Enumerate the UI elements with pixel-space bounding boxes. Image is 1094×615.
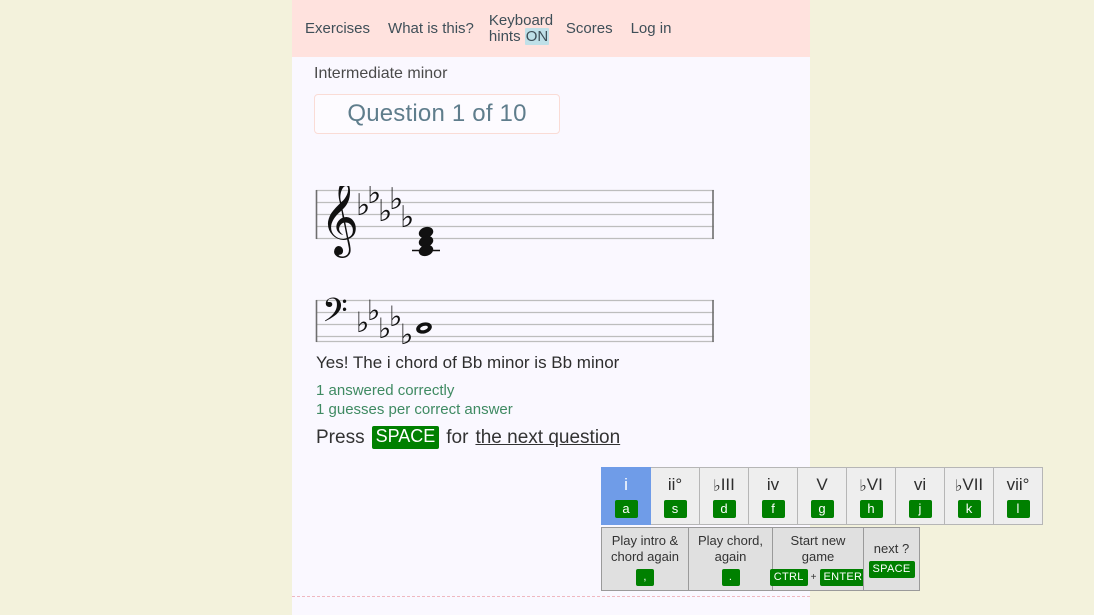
top-navbar: Exercises What is this? Keyboard hints O… bbox=[292, 0, 810, 57]
play-chord-label: Play chord, again bbox=[697, 532, 764, 564]
bass-key-signature-flats: ♭ ♭ ♭ ♭ ♭ bbox=[356, 296, 413, 346]
keyboard-hints-state: ON bbox=[524, 27, 550, 45]
action-buttons: Play intro & chord again , Play chord, a… bbox=[601, 527, 920, 591]
next-button-label: next ? bbox=[873, 540, 910, 556]
chord-key-hint: j bbox=[908, 500, 932, 518]
chord-label: vii° bbox=[1006, 475, 1030, 494]
play-intro-keys: , bbox=[636, 568, 654, 586]
chord-label: iv bbox=[766, 475, 780, 494]
chord-key-hint: a bbox=[614, 500, 638, 518]
svg-text:♭: ♭ bbox=[400, 200, 414, 235]
svg-text:♭: ♭ bbox=[400, 318, 413, 346]
chord-noteheads bbox=[418, 226, 434, 257]
content-panel: Exercises What is this? Keyboard hints O… bbox=[292, 0, 1043, 615]
start-new-game-keys: CTRL + ENTER bbox=[769, 568, 867, 586]
question-counter-text: Question 1 of 10 bbox=[347, 100, 527, 127]
next-question-button[interactable]: next ? SPACE bbox=[863, 527, 920, 591]
flat-sign-icon: ♭ bbox=[859, 476, 867, 495]
chord-key-hint: f bbox=[761, 500, 785, 518]
nav-scores[interactable]: Scores bbox=[557, 20, 622, 37]
chord-key-hint: s bbox=[663, 500, 687, 518]
chord-answer-buttons: i a ii° s ♭III d iv f V g ♭VI h vi j ♭VI… bbox=[601, 467, 1043, 525]
chord-key-hint: k bbox=[957, 500, 981, 518]
treble-clef-icon: 𝄞 bbox=[320, 186, 359, 258]
chord-button-flat-VII[interactable]: ♭VII k bbox=[944, 467, 994, 525]
flat-sign-icon: ♭ bbox=[954, 476, 963, 495]
press-prefix-label: Press bbox=[316, 426, 365, 448]
page-root: Exercises What is this? Keyboard hints O… bbox=[0, 0, 1094, 615]
chord-key-hint: l bbox=[1006, 500, 1030, 518]
answer-feedback: Yes! The i chord of Bb minor is Bb minor bbox=[316, 353, 620, 372]
exercise-title: Intermediate minor bbox=[314, 65, 448, 82]
chord-key-hint: h bbox=[859, 500, 883, 518]
period-key-badge: . bbox=[721, 568, 740, 586]
nav-exercises[interactable]: Exercises bbox=[296, 20, 379, 37]
whole-note bbox=[416, 322, 432, 334]
play-chord-keys: . bbox=[721, 568, 740, 586]
chord-numeral: VII bbox=[962, 475, 984, 494]
key-signature-flats: ♭ ♭ ♭ ♭ ♭ bbox=[356, 186, 414, 235]
bass-clef-icon: 𝄢 bbox=[322, 296, 348, 338]
section-divider bbox=[292, 596, 810, 597]
chord-numeral: III bbox=[720, 475, 735, 494]
comma-key-badge: , bbox=[636, 568, 654, 586]
chord-label: ♭VII bbox=[955, 475, 983, 495]
chord-button-i[interactable]: i a bbox=[601, 467, 651, 525]
press-middle-label: for bbox=[446, 426, 469, 448]
next-question-link[interactable]: the next question bbox=[475, 427, 620, 449]
treble-stave-svg: 𝄞 ♭ ♭ ♭ ♭ ♭ bbox=[315, 186, 714, 258]
treble-stave: 𝄞 ♭ ♭ ♭ ♭ ♭ bbox=[314, 186, 716, 258]
stat-guesses-per-answer: 1 guesses per correct answer bbox=[316, 401, 513, 418]
chord-button-flat-III[interactable]: ♭III d bbox=[699, 467, 749, 525]
chord-label: ii° bbox=[667, 475, 683, 494]
stat-answered-correctly: 1 answered correctly bbox=[316, 382, 455, 399]
play-chord-again-button[interactable]: Play chord, again . bbox=[688, 527, 773, 591]
key-plus-separator: + bbox=[810, 571, 817, 583]
chord-label: i bbox=[624, 475, 628, 494]
nav-keyboard-hints-toggle[interactable]: Keyboard hints ON bbox=[483, 12, 557, 45]
bass-stave-svg: 𝄢 ♭ ♭ ♭ ♭ ♭ bbox=[315, 296, 714, 346]
nav-links: Exercises What is this? Keyboard hints O… bbox=[296, 0, 680, 57]
nav-what-is-this[interactable]: What is this? bbox=[379, 20, 483, 37]
play-intro-and-chord-button[interactable]: Play intro & chord again , bbox=[601, 527, 689, 591]
flat-sign-icon: ♭ bbox=[713, 476, 721, 495]
chord-button-vii-dim[interactable]: vii° l bbox=[993, 467, 1043, 525]
space-key-badge: SPACE bbox=[371, 426, 440, 449]
start-new-game-label: Start new game bbox=[790, 532, 846, 564]
chord-numeral: VI bbox=[866, 475, 883, 494]
enter-key-badge: ENTER bbox=[819, 568, 867, 586]
nav-log-in[interactable]: Log in bbox=[622, 20, 681, 37]
chord-key-hint: d bbox=[712, 500, 736, 518]
space-key-badge-button: SPACE bbox=[868, 560, 915, 578]
question-counter-box: Question 1 of 10 bbox=[314, 94, 560, 134]
chord-button-V[interactable]: V g bbox=[797, 467, 847, 525]
chord-label: ♭VI bbox=[859, 475, 883, 495]
chord-button-iv[interactable]: iv f bbox=[748, 467, 798, 525]
next-question-prompt: Press SPACE for the next question bbox=[316, 426, 620, 449]
chord-label: V bbox=[816, 475, 828, 494]
chord-button-ii-dim[interactable]: ii° s bbox=[650, 467, 700, 525]
chord-label: ♭III bbox=[713, 475, 735, 495]
play-intro-label: Play intro & chord again bbox=[611, 532, 679, 564]
chord-button-vi[interactable]: vi j bbox=[895, 467, 945, 525]
chord-key-hint: g bbox=[810, 500, 834, 518]
next-button-keys: SPACE bbox=[868, 560, 915, 578]
chord-button-flat-VI[interactable]: ♭VI h bbox=[846, 467, 896, 525]
ctrl-key-badge: CTRL bbox=[769, 568, 808, 586]
bass-stave: 𝄢 ♭ ♭ ♭ ♭ ♭ bbox=[314, 296, 716, 346]
start-new-game-button[interactable]: Start new game CTRL + ENTER bbox=[769, 527, 867, 591]
chord-label: vi bbox=[913, 475, 927, 494]
